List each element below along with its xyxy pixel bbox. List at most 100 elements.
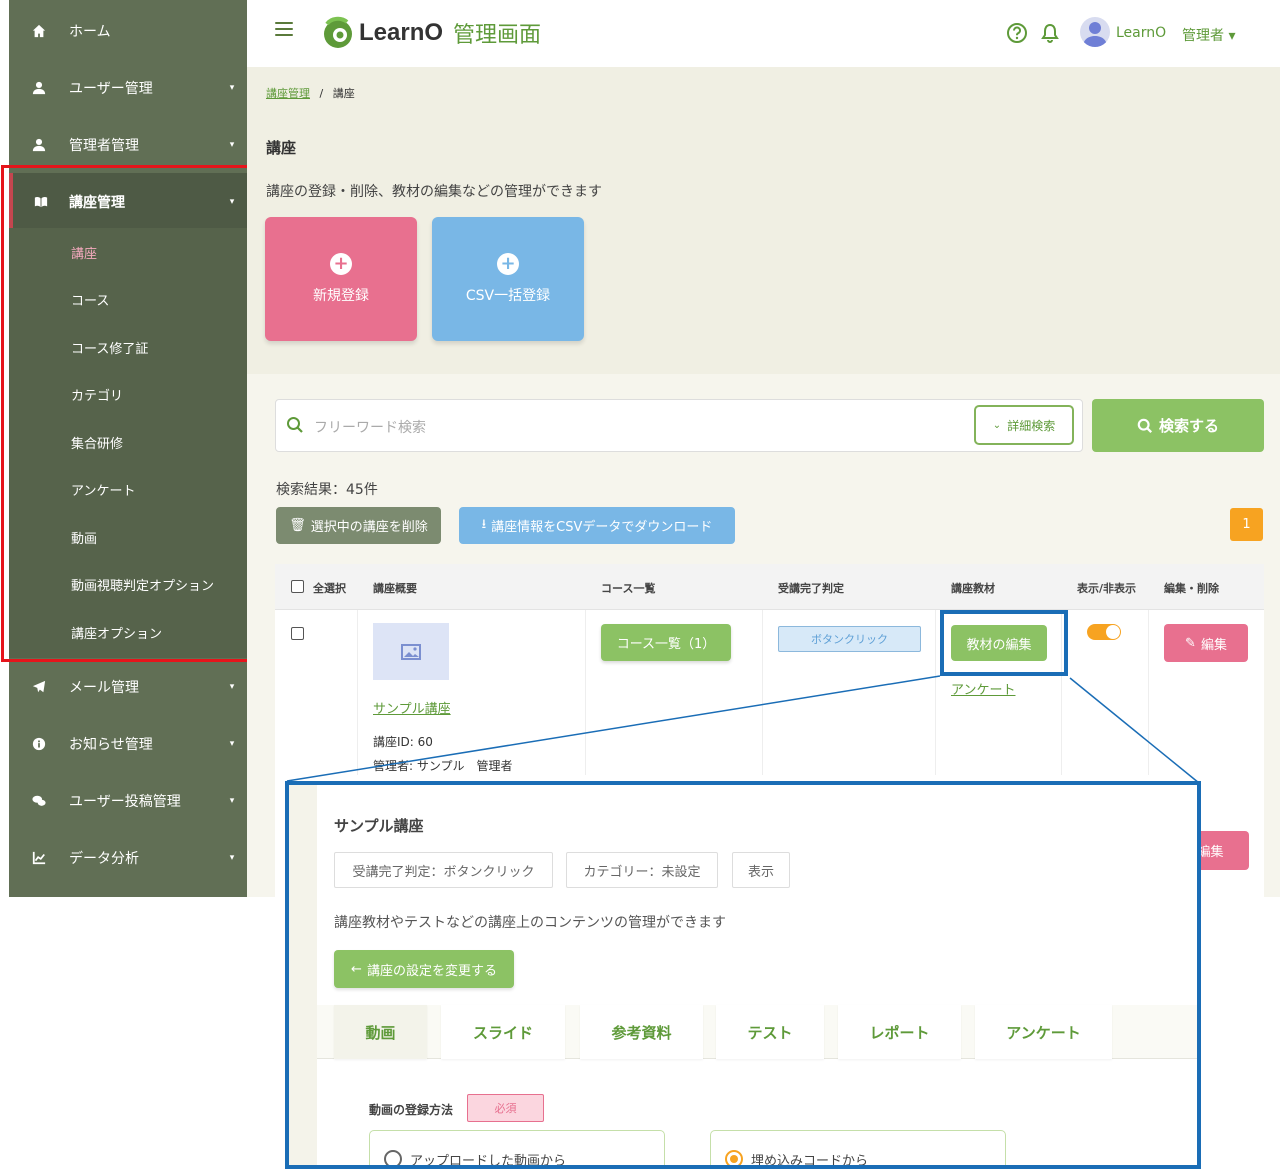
survey-link[interactable]: アンケート — [951, 679, 1015, 698]
col-select-all: 全選択 — [313, 582, 346, 595]
breadcrumb: 講座管理 / 講座 — [266, 85, 355, 101]
chevron-down-icon: ⌄ — [992, 419, 1002, 431]
search-button[interactable]: 検索する — [1092, 399, 1264, 452]
csv-download-button[interactable]: ⭳ 講座情報をCSVデータでダウンロード — [459, 507, 735, 544]
embed-option-label: 埋め込みコードから — [751, 1154, 869, 1169]
table-header: 全選択 講座概要 コース一覧 受講完了判定 講座教材 表示/非表示 編集・削除 — [275, 564, 1264, 610]
user-role-dropdown[interactable]: 管理者 ▾ — [1182, 25, 1235, 45]
course-id: 講座ID: 60 — [373, 735, 433, 749]
avatar[interactable] — [1080, 17, 1110, 47]
tab-reference[interactable]: 参考資料 — [580, 1005, 703, 1059]
radio-embed[interactable] — [725, 1150, 743, 1165]
upload-option[interactable]: アップロードした動画から — [369, 1130, 665, 1165]
sidebar-item-home[interactable]: ホーム — [9, 2, 247, 59]
material-edit-page: サンプル講座 受講完了判定：ボタンクリック カテゴリー：未設定 表示 講座教材や… — [317, 785, 1197, 1169]
advanced-search-label: 詳細検索 — [1007, 418, 1056, 433]
column-divider — [357, 610, 358, 775]
visibility-toggle[interactable] — [1087, 624, 1121, 640]
tab-survey[interactable]: アンケート — [975, 1005, 1112, 1059]
course-name-link[interactable]: サンプル講座 — [373, 698, 451, 717]
embed-option[interactable]: 埋め込みコードから — [710, 1130, 1006, 1169]
caret-down-icon: ▾ — [229, 681, 235, 692]
trash-icon: 🗑 — [289, 518, 306, 533]
required-badge: 必須 — [467, 1094, 544, 1122]
radio-upload[interactable] — [384, 1150, 402, 1165]
highlight-blue-frame — [940, 610, 1068, 676]
material-description: 講座教材やテストなどの講座上のコンテンツの管理ができます — [334, 915, 726, 931]
delete-selected-label: 選択中の講座を削除 — [310, 520, 428, 535]
hamburger-menu-icon[interactable] — [275, 22, 293, 38]
change-course-settings-button[interactable]: ← 講座の設定を変更する — [334, 950, 514, 988]
tag-category: カテゴリー：未設定 — [566, 852, 718, 888]
csv-download-label: 講座情報をCSVデータでダウンロード — [491, 520, 713, 535]
bell-icon[interactable] — [1039, 22, 1061, 44]
download-icon: ⭳ — [481, 516, 487, 532]
caret-down-icon: ▾ — [229, 795, 235, 806]
csv-bulk-register-button[interactable]: + CSV一括登録 — [432, 217, 584, 341]
arrow-left-icon: ← — [351, 961, 362, 977]
caret-down-icon: ▾ — [229, 852, 235, 863]
course-list-button[interactable]: コース一覧（1） — [601, 624, 731, 661]
user-name[interactable]: LearnO — [1116, 25, 1166, 41]
search-placeholder: フリーワード検索 — [314, 420, 426, 436]
delete-selected-button[interactable]: 🗑 選択中の講座を削除 — [276, 507, 441, 544]
change-course-settings-label: 講座の設定を変更する — [366, 963, 497, 979]
sidebar-item-analytics[interactable]: データ分析 ▾ — [9, 829, 247, 886]
select-all-checkbox[interactable] — [291, 580, 304, 593]
column-divider — [935, 610, 936, 775]
col-course-list: コース一覧 — [601, 582, 656, 595]
course-admin: 管理者: サンプル 管理者 — [373, 759, 513, 773]
tab-slide[interactable]: スライド — [441, 1005, 565, 1059]
pagination-page[interactable]: 1 — [1230, 508, 1263, 541]
tag-completion: 受講完了判定：ボタンクリック — [334, 852, 553, 888]
tab-test[interactable]: テスト — [716, 1005, 824, 1059]
logo-text: LearnO — [359, 19, 444, 46]
chart-line-icon — [9, 851, 69, 865]
tab-video[interactable]: 動画 — [334, 1005, 427, 1059]
sidebar-item-label: ユーザー管理 — [69, 80, 153, 97]
screenshot-root: ホーム ユーザー管理 ▾ 管理者管理 ▾ 講座管理 ▾ 講座 コース コース修了… — [0, 0, 1280, 1169]
new-register-button[interactable]: + 新規登録 — [265, 217, 417, 341]
plus-circle-icon: + — [497, 253, 519, 275]
info-icon — [9, 737, 69, 751]
col-edit-delete: 編集・削除 — [1164, 582, 1219, 595]
new-register-label: 新規登録 — [313, 288, 369, 304]
sidebar-item-mail[interactable]: メール管理 ▾ — [9, 658, 247, 715]
home-icon — [9, 24, 69, 38]
course-title: サンプル講座 — [334, 817, 424, 835]
column-divider — [585, 610, 586, 775]
material-tabs: 動画 スライド 参考資料 テスト レポート アンケート — [317, 1005, 1197, 1059]
col-completion: 受講完了判定 — [778, 582, 844, 595]
course-thumbnail[interactable] — [373, 623, 449, 680]
column-divider — [1148, 610, 1149, 775]
sidebar-item-label: メール管理 — [69, 679, 139, 696]
sidebar-item-users[interactable]: ユーザー管理 ▾ — [9, 59, 247, 116]
image-icon — [401, 643, 421, 660]
logo[interactable]: LearnO 管理画面 — [321, 16, 541, 50]
sidebar-item-posts[interactable]: ユーザー投稿管理 ▾ — [9, 772, 247, 829]
col-material: 講座教材 — [951, 582, 995, 595]
edit-button-label: 編集 — [1200, 637, 1227, 653]
result-count: 検索結果：45件 — [276, 482, 378, 498]
plus-circle-icon: + — [330, 253, 352, 275]
zoomed-material-panel: サンプル講座 受講完了判定：ボタンクリック カテゴリー：未設定 表示 講座教材や… — [285, 781, 1201, 1169]
admin-screen-label: 管理画面 — [453, 23, 542, 48]
page-title: 講座 — [266, 139, 297, 157]
col-overview: 講座概要 — [373, 582, 417, 595]
search-icon — [1137, 418, 1153, 433]
tag-visibility: 表示 — [732, 852, 790, 888]
help-icon[interactable] — [1006, 22, 1028, 44]
edit-button[interactable]: ✎ 編集 — [1164, 624, 1248, 662]
comments-icon — [9, 794, 69, 808]
search-icon — [287, 417, 303, 433]
main-content: 講座管理 / 講座 講座 講座の登録・削除、教材の編集などの管理ができます + … — [247, 67, 1280, 897]
logo-mark-icon — [324, 16, 352, 48]
tab-report[interactable]: レポート — [838, 1005, 961, 1059]
sidebar-item-label: 管理者管理 — [69, 137, 139, 154]
advanced-search-button[interactable]: ⌄ 詳細検索 — [974, 405, 1074, 445]
csv-bulk-register-label: CSV一括登録 — [465, 288, 551, 304]
search-input[interactable]: フリーワード検索 ⌄ 詳細検索 — [275, 399, 1083, 452]
sidebar-item-news[interactable]: お知らせ管理 ▾ — [9, 715, 247, 772]
row-checkbox[interactable] — [291, 627, 304, 640]
breadcrumb-parent-link[interactable]: 講座管理 — [266, 87, 310, 100]
